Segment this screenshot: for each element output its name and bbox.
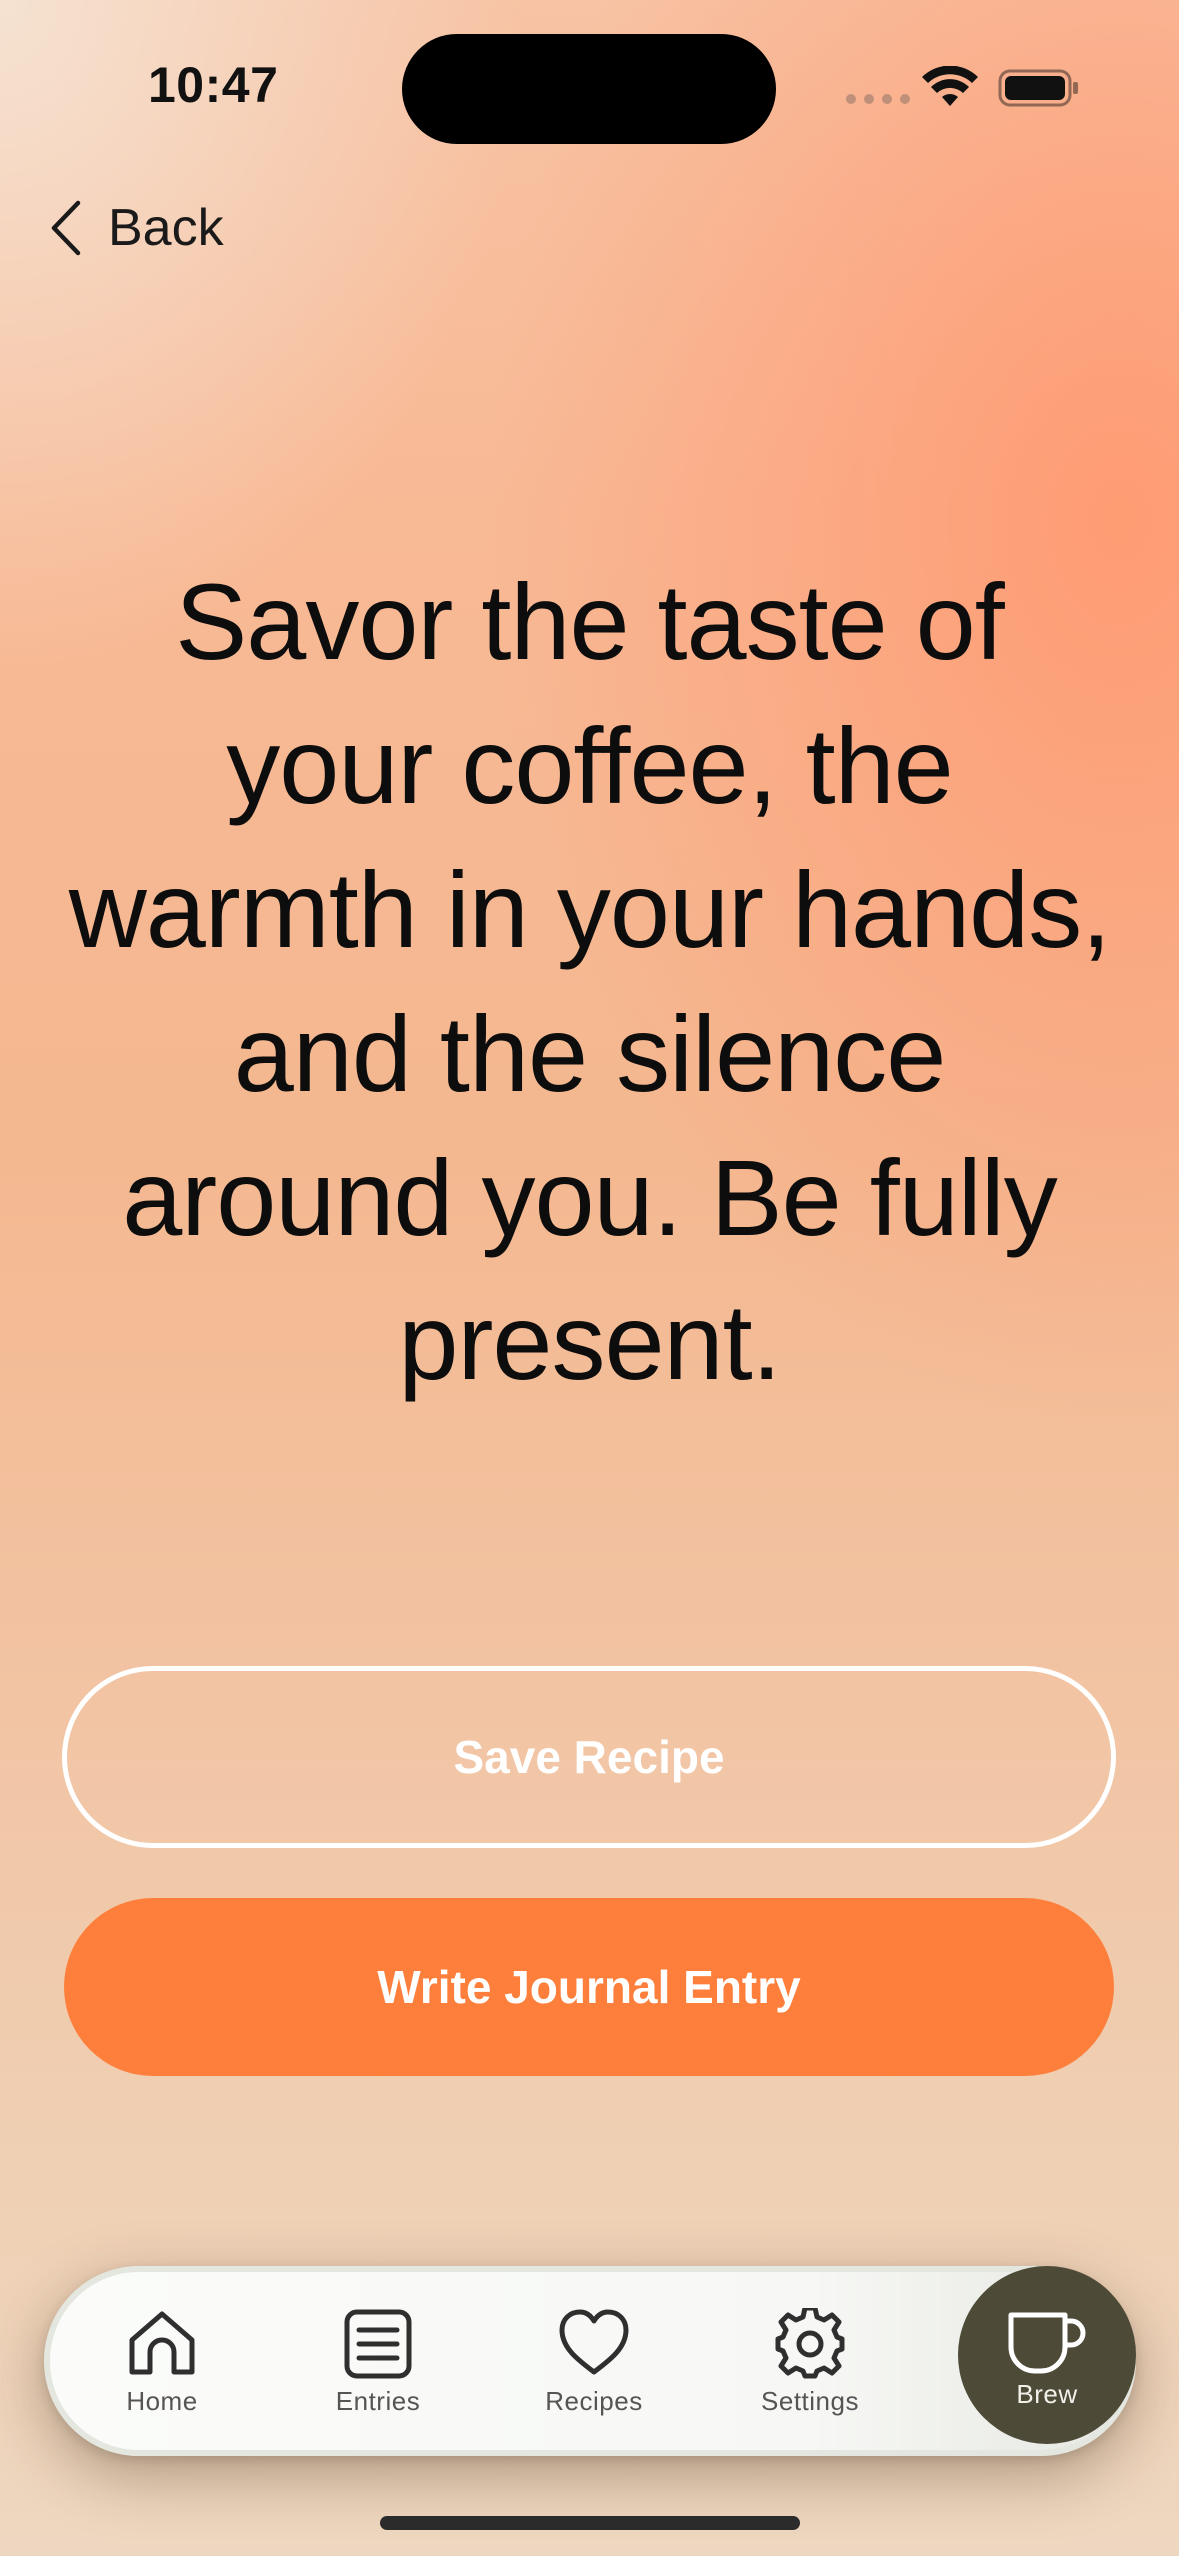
chevron-left-icon xyxy=(51,200,81,256)
home-indicator xyxy=(380,2516,800,2530)
back-label: Back xyxy=(108,199,224,257)
cellular-signal-icon xyxy=(846,94,910,104)
save-recipe-button[interactable]: Save Recipe xyxy=(62,1666,1116,1848)
gear-icon xyxy=(775,2308,845,2379)
tab-recipes[interactable]: Recipes xyxy=(514,2308,674,2417)
tab-bar: Home Entries Recipes Settings Brew xyxy=(44,2266,1136,2456)
battery-icon xyxy=(998,69,1078,107)
tab-home[interactable]: Home xyxy=(82,2308,242,2417)
tab-settings[interactable]: Settings xyxy=(730,2308,890,2417)
back-button[interactable]: Back xyxy=(48,196,224,260)
heart-icon xyxy=(559,2309,629,2375)
tab-brew[interactable]: Brew xyxy=(958,2266,1136,2444)
wifi-icon xyxy=(922,66,978,106)
list-icon xyxy=(344,2309,412,2379)
house-icon xyxy=(129,2311,195,2375)
brew-complete-screen: 10:47 Back Savor the taste of your coffe… xyxy=(0,0,1179,2556)
mindfulness-quote: Savor the taste of your coffee, the warm… xyxy=(68,561,1112,1402)
tab-entries[interactable]: Entries xyxy=(298,2308,458,2417)
tab-home-label: Home xyxy=(126,2386,198,2416)
tab-settings-label: Settings xyxy=(761,2386,859,2416)
tab-recipes-label: Recipes xyxy=(545,2386,643,2416)
status-time: 10:47 xyxy=(148,57,279,113)
write-journal-entry-button[interactable]: Write Journal Entry xyxy=(64,1898,1114,2076)
tab-brew-label: Brew xyxy=(1016,2378,1078,2409)
coffee-cup-icon xyxy=(1008,2312,1086,2373)
tab-entries-label: Entries xyxy=(335,2386,421,2416)
dynamic-island xyxy=(402,34,776,144)
